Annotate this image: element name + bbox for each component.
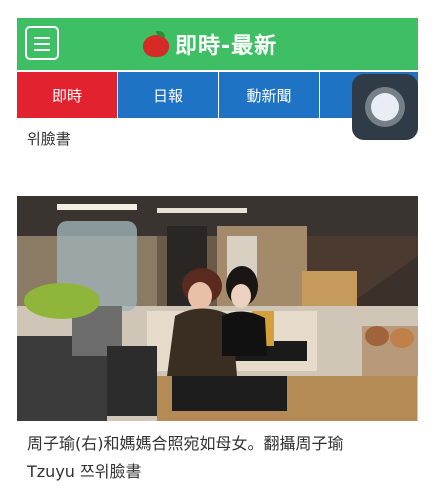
- previous-caption-fragment: 위臉書: [27, 130, 71, 148]
- app-title: 即時-最新: [175, 34, 278, 59]
- hamburger-menu-icon[interactable]: [25, 26, 59, 60]
- tab-daily[interactable]: 日報: [118, 72, 218, 118]
- caption-line-2: Tzuyu 쯔위臉書: [27, 462, 142, 481]
- article-photo[interactable]: [17, 196, 418, 421]
- apple-icon: [143, 31, 169, 57]
- assistive-touch-icon[interactable]: [352, 74, 418, 140]
- caption-line-1: 周子瑜(右)和媽媽合照宛如母女。翻攝周子瑜: [27, 434, 344, 453]
- article-caption[interactable]: 周子瑜(右)和媽媽合照宛如母女。翻攝周子瑜 Tzuyu 쯔위臉書: [27, 430, 422, 486]
- app-header: 即時-最新: [17, 18, 418, 70]
- tab-instant[interactable]: 即時: [17, 72, 117, 118]
- tab-animated-news[interactable]: 動新聞: [219, 72, 319, 118]
- brand[interactable]: 即時-最新: [143, 27, 277, 61]
